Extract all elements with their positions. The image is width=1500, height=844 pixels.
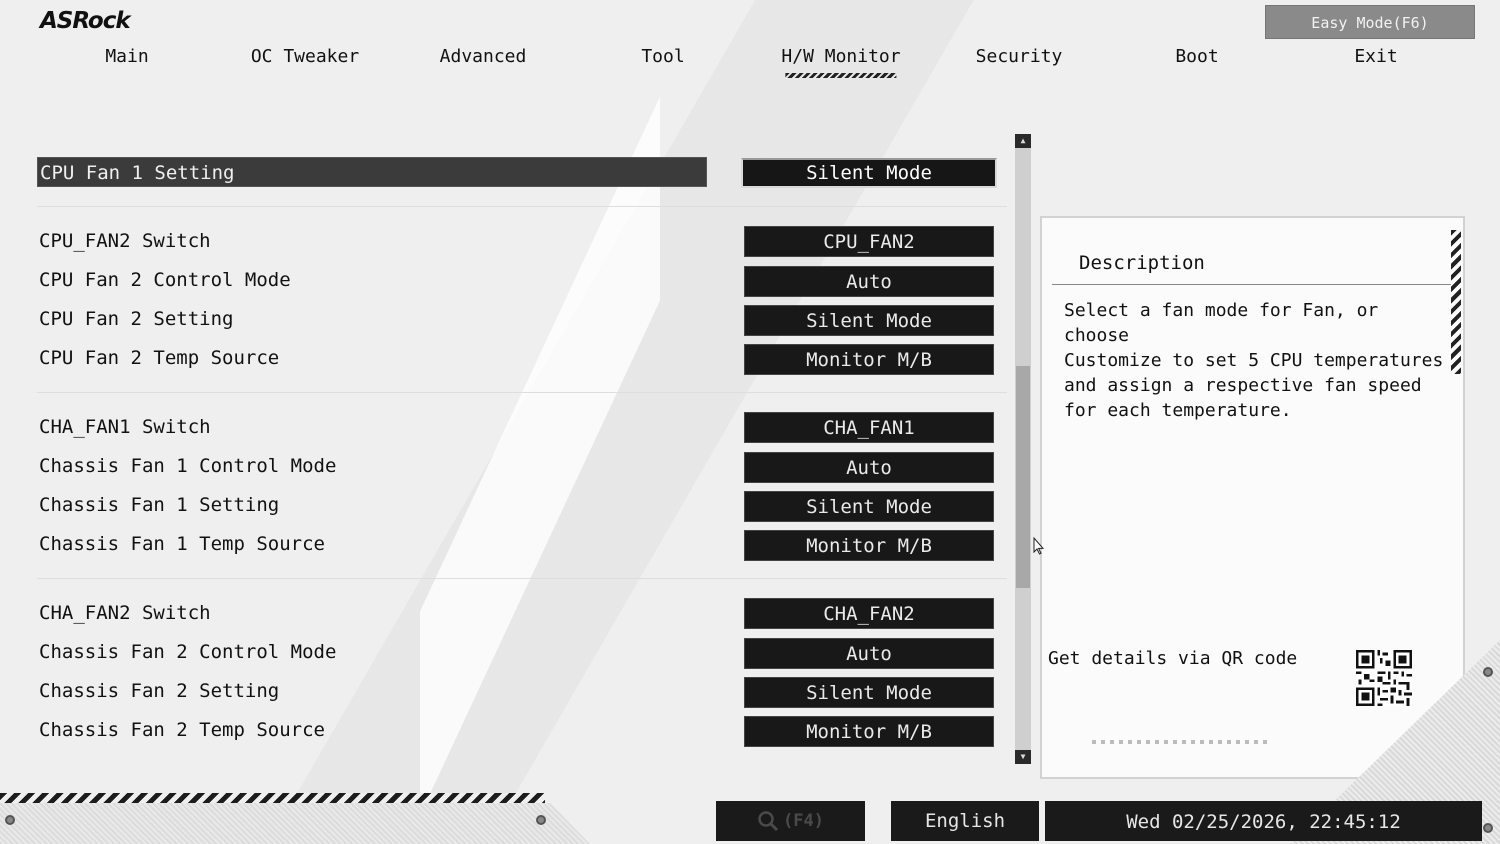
group-divider: [37, 578, 1007, 579]
setting-chassis-fan1-control-mode[interactable]: Chassis Fan 1 Control Mode: [37, 451, 707, 481]
setting-cha-fan1-switch[interactable]: CHA_FAN1 Switch: [37, 412, 707, 442]
qr-label: Get details via QR code: [1048, 648, 1298, 669]
main-tab-bar: Main OC Tweaker Advanced Tool H/W Monito…: [38, 46, 1468, 78]
description-panel: Description Select a fan mode for Fan, o…: [1040, 216, 1465, 779]
value-cha-fan2-switch[interactable]: CHA_FAN2: [744, 598, 994, 629]
language-button[interactable]: English: [891, 801, 1039, 841]
description-line: for each temperature.: [1064, 400, 1292, 421]
asrock-logo: ASRock: [40, 8, 131, 34]
tab-exit[interactable]: Exit: [1354, 46, 1397, 67]
datetime-display: Wed 02/25/2026, 22:45:12: [1045, 801, 1482, 841]
description-title: Description: [1079, 252, 1205, 274]
setting-cpu-fan2-setting[interactable]: CPU Fan 2 Setting: [37, 304, 707, 334]
value-cpu-fan2-setting[interactable]: Silent Mode: [744, 305, 994, 336]
tab-hw-monitor[interactable]: H/W Monitor: [781, 46, 901, 78]
setting-chassis-fan1-setting[interactable]: Chassis Fan 1 Setting: [37, 490, 707, 520]
mouse-cursor-icon: [1033, 536, 1045, 559]
screw-icon: [536, 815, 546, 825]
value-chassis-fan1-temp-source[interactable]: Monitor M/B: [744, 530, 994, 561]
value-cpu-fan2-temp-source[interactable]: Monitor M/B: [744, 344, 994, 375]
setting-cha-fan2-switch[interactable]: CHA_FAN2 Switch: [37, 598, 707, 628]
screw-icon: [5, 815, 15, 825]
value-chassis-fan1-setting[interactable]: Silent Mode: [744, 491, 994, 522]
value-chassis-fan1-control-mode[interactable]: Auto: [744, 452, 994, 483]
settings-scrollbar[interactable]: ▲ ▼: [1015, 134, 1031, 764]
search-button[interactable]: (F4): [716, 801, 865, 841]
screw-icon: [1483, 823, 1493, 833]
setting-cpu-fan2-temp-source[interactable]: CPU Fan 2 Temp Source: [37, 343, 707, 373]
setting-chassis-fan1-temp-source[interactable]: Chassis Fan 1 Temp Source: [37, 529, 707, 559]
value-chassis-fan2-temp-source[interactable]: Monitor M/B: [744, 716, 994, 747]
description-line: Customize to set 5 CPU temperatures: [1064, 350, 1444, 371]
scroll-up-arrow-icon[interactable]: ▲: [1015, 134, 1031, 148]
setting-cpu-fan1-setting[interactable]: CPU Fan 1 Setting: [37, 157, 707, 187]
tab-oc-tweaker[interactable]: OC Tweaker: [251, 46, 359, 67]
search-icon: [758, 811, 779, 832]
value-cha-fan1-switch[interactable]: CHA_FAN1: [744, 412, 994, 443]
tab-main[interactable]: Main: [105, 46, 148, 67]
value-cpu-fan2-control-mode[interactable]: Auto: [744, 266, 994, 297]
description-text: Select a fan mode for Fan, or choose Cus…: [1064, 298, 1454, 423]
group-divider: [37, 392, 1007, 393]
setting-chassis-fan2-temp-source[interactable]: Chassis Fan 2 Temp Source: [37, 715, 707, 745]
easy-mode-button[interactable]: Easy Mode(F6): [1265, 5, 1475, 39]
value-cpu-fan1-setting[interactable]: Silent Mode: [741, 158, 997, 188]
setting-chassis-fan2-setting[interactable]: Chassis Fan 2 Setting: [37, 676, 707, 706]
value-cpu-fan2-switch[interactable]: CPU_FAN2: [744, 226, 994, 257]
tab-boot[interactable]: Boot: [1175, 46, 1218, 67]
group-divider: [37, 206, 1007, 207]
tab-security[interactable]: Security: [976, 46, 1063, 67]
setting-cpu-fan2-switch[interactable]: CPU_FAN2 Switch: [37, 226, 707, 256]
decorative-dots: [1092, 740, 1272, 744]
screw-icon: [1483, 667, 1493, 677]
value-chassis-fan2-control-mode[interactable]: Auto: [744, 638, 994, 669]
decorative-hatch: [0, 793, 545, 803]
description-line: Select a fan mode for Fan, or choose: [1064, 300, 1379, 346]
search-shortcut-label: (F4): [783, 811, 824, 831]
decorative-bottom-plate: [0, 803, 590, 844]
setting-cpu-fan2-control-mode[interactable]: CPU Fan 2 Control Mode: [37, 265, 707, 295]
tab-advanced[interactable]: Advanced: [440, 46, 527, 67]
description-line: and assign a respective fan speed: [1064, 375, 1422, 396]
tab-tool[interactable]: Tool: [641, 46, 684, 67]
value-chassis-fan2-setting[interactable]: Silent Mode: [744, 677, 994, 708]
setting-chassis-fan2-control-mode[interactable]: Chassis Fan 2 Control Mode: [37, 637, 707, 667]
description-divider: [1052, 284, 1451, 285]
scroll-down-arrow-icon[interactable]: ▼: [1015, 750, 1031, 764]
scrollbar-thumb[interactable]: [1016, 366, 1030, 588]
qr-code-icon: [1356, 650, 1412, 706]
